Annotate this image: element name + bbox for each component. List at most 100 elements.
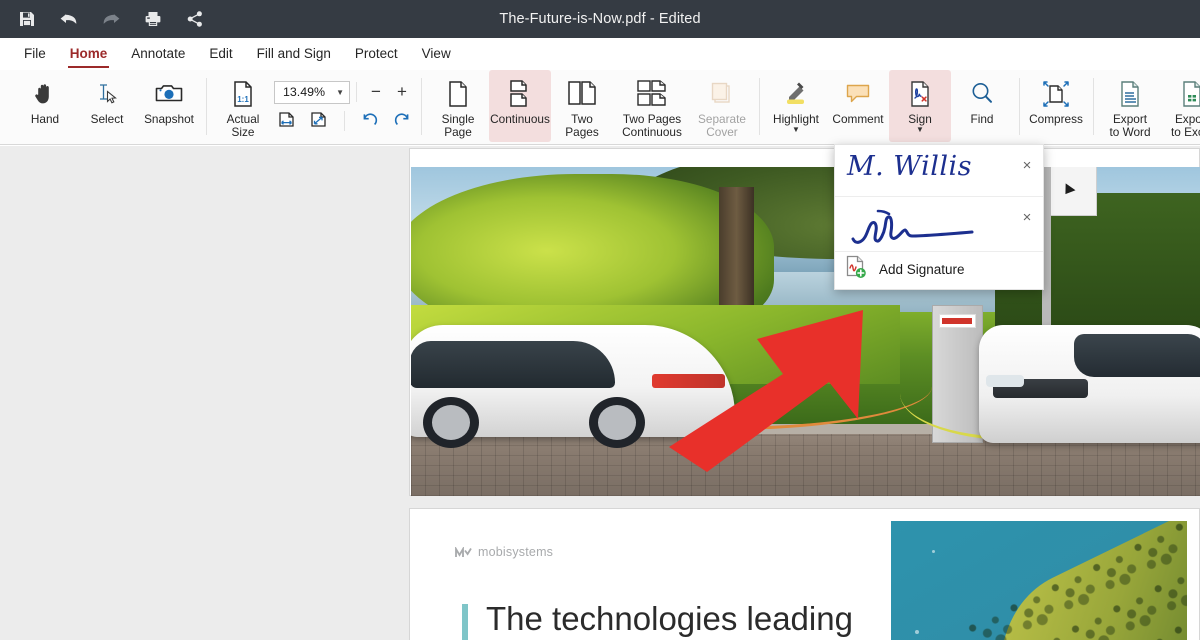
menu-item-protect[interactable]: Protect xyxy=(343,42,410,66)
highlight-label: Highlight xyxy=(773,113,819,126)
sign-label: Sign xyxy=(908,113,932,126)
signature-dropdown[interactable]: M. Willis × × Add Signature xyxy=(834,144,1044,290)
mobisystems-logo: mobisystems xyxy=(455,545,553,559)
export-to-word-button[interactable]: Export to Word xyxy=(1099,70,1161,142)
continuous-page-button[interactable]: Continuous xyxy=(489,70,551,142)
add-signature-label: Add Signature xyxy=(879,262,965,277)
add-signature-icon xyxy=(845,255,867,284)
two-pages-continuous-button[interactable]: Two Pages Continuous xyxy=(613,70,691,142)
search-icon xyxy=(968,77,996,111)
compress-button[interactable]: Compress xyxy=(1025,70,1087,142)
actual-size-button[interactable]: 1:1 Actual Size xyxy=(212,70,274,142)
two-pages-continuous-label-line2: Continuous xyxy=(622,125,682,139)
separate-cover-label: Separate Cover xyxy=(698,113,746,138)
document-page-2[interactable]: mobisystems The technologies leading xyxy=(409,508,1200,640)
add-signature-item[interactable]: Add Signature xyxy=(835,250,1043,289)
text-select-icon xyxy=(94,77,120,111)
sign-icon xyxy=(907,77,933,111)
rotate-right-icon[interactable] xyxy=(389,109,415,133)
two-pages-continuous-label: Two Pages Continuous xyxy=(622,113,682,138)
chevron-down-icon[interactable]: ▼ xyxy=(792,127,800,133)
signature-delete-button[interactable]: × xyxy=(1019,209,1035,225)
ribbon-group-zoom: 1:1 Actual Size 13.49% ▼ − + xyxy=(206,70,421,145)
page2-photo xyxy=(891,521,1187,640)
signature-text: M. Willis xyxy=(847,151,972,182)
arrow-right-icon xyxy=(1061,183,1076,197)
zoom-out-button[interactable]: − xyxy=(363,81,389,104)
single-page-icon xyxy=(445,77,471,111)
hand-icon xyxy=(32,77,58,111)
ribbon-toolbar: Hand Select Snapshot 1:1 xyxy=(0,70,1200,145)
zoom-in-button[interactable]: + xyxy=(389,81,415,104)
photo-car-left xyxy=(411,325,735,437)
comment-button[interactable]: Comment xyxy=(827,70,889,142)
print-icon[interactable] xyxy=(142,8,164,30)
menu-item-fill-and-sign[interactable]: Fill and Sign xyxy=(245,42,343,66)
photo-car-right xyxy=(979,325,1200,443)
select-tool-label: Select xyxy=(91,113,124,126)
continuous-page-label: Continuous xyxy=(490,113,550,126)
menu-bar: File Home Annotate Edit Fill and Sign Pr… xyxy=(0,38,1200,70)
highlight-button[interactable]: Highlight ▼ xyxy=(765,70,827,142)
title-bar: The-Future-is-Now.pdf - Edited xyxy=(0,0,1200,38)
page1-photo xyxy=(411,167,1200,496)
mobisystems-logo-text: mobisystems xyxy=(478,545,553,559)
photo-car-right-window xyxy=(1074,334,1200,377)
export-to-excel-button[interactable]: Export to Excel xyxy=(1161,70,1200,142)
menu-item-edit[interactable]: Edit xyxy=(197,42,244,66)
divider xyxy=(356,82,357,102)
heading-accent-bar xyxy=(462,604,468,640)
zoom-level-select[interactable]: 13.49% ▼ xyxy=(274,81,350,104)
snapshot-tool-button[interactable]: Snapshot xyxy=(138,70,200,142)
actual-size-label-line2: Size xyxy=(232,125,255,139)
separate-cover-button[interactable]: Separate Cover xyxy=(691,70,753,142)
menu-item-annotate[interactable]: Annotate xyxy=(119,42,197,66)
signature-item-typed[interactable]: M. Willis × xyxy=(835,145,1043,197)
fit-page-icon[interactable] xyxy=(306,109,332,133)
chevron-down-icon[interactable]: ▼ xyxy=(916,127,924,133)
signature-item-drawn[interactable]: × xyxy=(835,197,1043,252)
single-page-button[interactable]: Single Page xyxy=(427,70,489,142)
save-icon[interactable] xyxy=(16,8,38,30)
select-tool-button[interactable]: Select xyxy=(76,70,138,142)
signature-delete-button[interactable]: × xyxy=(1019,157,1035,173)
zoom-row-primary: 13.49% ▼ − + xyxy=(274,80,415,104)
document-page-1[interactable] xyxy=(409,148,1200,496)
chevron-down-icon: ▼ xyxy=(336,88,344,97)
export-word-line2: to Word xyxy=(1109,125,1150,139)
share-icon[interactable] xyxy=(184,8,206,30)
undo-icon[interactable] xyxy=(58,8,80,30)
hand-tool-button[interactable]: Hand xyxy=(14,70,76,142)
export-excel-icon xyxy=(1179,77,1200,111)
zoom-level-value: 13.49% xyxy=(283,85,325,99)
ribbon-group-export: Export to Word Export to Excel Export xyxy=(1093,70,1200,145)
menu-item-view[interactable]: View xyxy=(410,42,463,66)
two-pages-label-line2: Pages xyxy=(565,125,598,139)
divider xyxy=(344,111,345,131)
rotate-left-icon[interactable] xyxy=(357,109,383,133)
redo-icon[interactable] xyxy=(100,8,122,30)
menu-item-home[interactable]: Home xyxy=(58,42,120,66)
separate-cover-label-line2: Cover xyxy=(706,125,737,139)
quick-access-toolbar xyxy=(0,8,206,30)
highlighter-icon xyxy=(782,77,810,111)
find-button[interactable]: Find xyxy=(951,70,1013,142)
menu-item-file[interactable]: File xyxy=(12,42,58,66)
single-page-label-line2: Page xyxy=(444,125,472,139)
export-word-icon xyxy=(1117,77,1143,111)
zoom-row-secondary xyxy=(274,104,415,134)
sign-button[interactable]: Sign ▼ xyxy=(889,70,951,142)
export-excel-line2: to Excel xyxy=(1171,125,1200,139)
two-pages-label: Two Pages xyxy=(565,113,598,138)
two-pages-button[interactable]: Two Pages xyxy=(551,70,613,142)
snapshot-tool-label: Snapshot xyxy=(144,113,194,126)
single-page-label: Single Page xyxy=(442,113,475,138)
fit-width-icon[interactable] xyxy=(274,109,300,133)
photo-car-left-taillight xyxy=(652,374,725,387)
photo-car-left-window xyxy=(411,341,615,388)
export-to-excel-label: Export to Excel xyxy=(1171,113,1200,138)
ribbon-group-annotate: Highlight ▼ Comment Sign ▼ Find xyxy=(759,70,1019,145)
hand-tool-label: Hand xyxy=(31,113,59,126)
ribbon-group-layout: Single Page Continuous Two Pages xyxy=(421,70,759,145)
separate-cover-icon xyxy=(708,77,736,111)
